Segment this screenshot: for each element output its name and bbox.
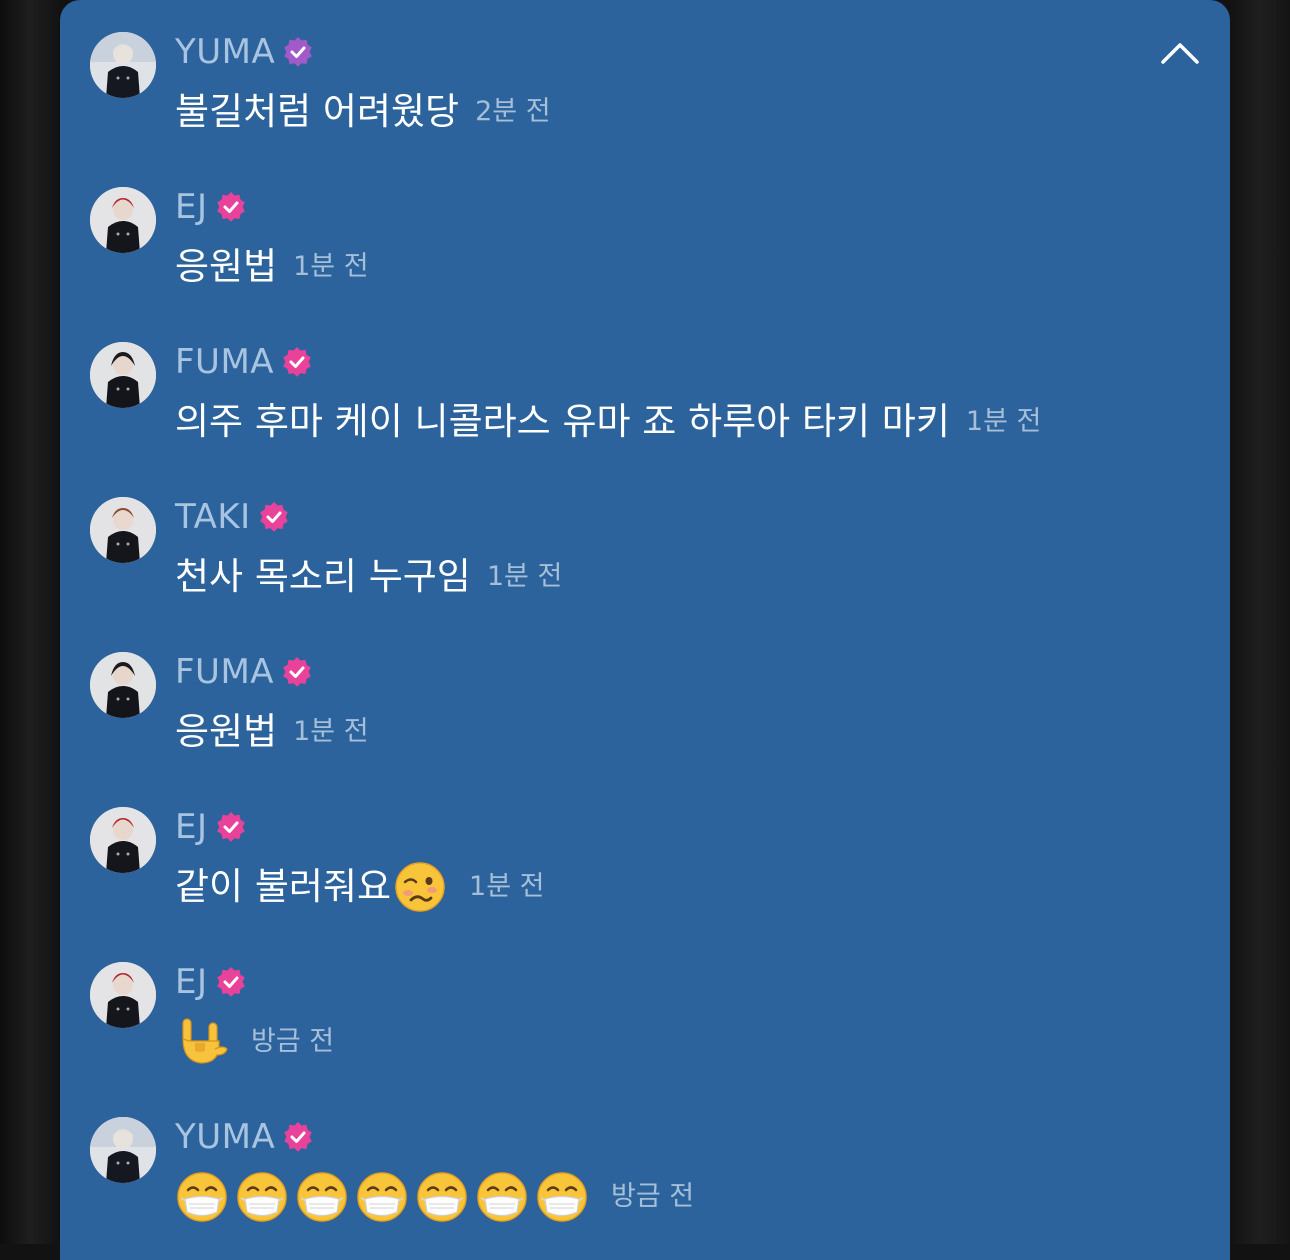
verified-badge-icon — [284, 1122, 313, 1152]
woozy-face-icon — [393, 860, 447, 914]
avatar[interactable] — [90, 1117, 156, 1183]
chat-message: FUMA 의주 후마 케이 니콜라스 유마 죠 하루아 타키 마키 1분 전 — [90, 342, 1190, 472]
verified-badge-icon — [216, 192, 245, 222]
timestamp: 1분 전 — [293, 251, 369, 282]
face-with-medical-mask-icon — [235, 1170, 289, 1224]
username[interactable]: FUMA — [175, 342, 274, 382]
face-with-medical-mask-icon — [175, 1170, 229, 1224]
message-text: 의주 후마 케이 니콜라스 유마 죠 하루아 타키 마키 — [175, 400, 950, 443]
love-you-gesture-icon — [175, 1015, 229, 1069]
face-with-medical-mask-icon — [475, 1170, 529, 1224]
avatar[interactable] — [90, 187, 156, 253]
chat-message: FUMA 응원법 1분 전 — [90, 652, 1190, 782]
chat-message: TAKI 천사 목소리 누구임 1분 전 — [90, 497, 1190, 627]
message-text: 응원법 — [175, 710, 278, 753]
avatar[interactable] — [90, 32, 156, 98]
timestamp: 방금 전 — [611, 1181, 695, 1212]
timestamp: 2분 전 — [475, 96, 551, 127]
message-text: 불길처럼 어려웠당 — [175, 90, 460, 133]
verified-badge-icon — [216, 812, 245, 842]
face-with-medical-mask-icon — [415, 1170, 469, 1224]
chat-message: EJ 같이 불러줘요 1분 전 — [90, 807, 1190, 937]
verified-badge-icon — [216, 967, 245, 997]
avatar[interactable] — [90, 807, 156, 873]
username[interactable]: EJ — [175, 187, 208, 227]
timestamp: 1분 전 — [486, 561, 563, 592]
verified-badge-icon — [284, 37, 313, 67]
avatar[interactable] — [90, 497, 156, 563]
message-text: 응원법 — [175, 245, 278, 288]
avatar[interactable] — [90, 342, 156, 408]
avatar[interactable] — [90, 962, 156, 1028]
avatar[interactable] — [90, 652, 156, 718]
timestamp: 방금 전 — [251, 1026, 335, 1057]
timestamp: 1분 전 — [469, 871, 545, 902]
face-with-medical-mask-icon — [535, 1170, 589, 1224]
username[interactable]: YUMA — [175, 1117, 275, 1157]
username[interactable]: EJ — [175, 807, 208, 847]
chat-message: YUMA 불길처럼 어려웠당 2분 전 — [90, 32, 1190, 162]
face-with-medical-mask-icon — [355, 1170, 409, 1224]
timestamp: 1분 전 — [965, 406, 1042, 437]
username[interactable]: TAKI — [175, 497, 251, 537]
verified-badge-icon — [283, 657, 311, 687]
message-text: 같이 불러줘요 — [175, 865, 392, 908]
chat-message: YUMA 방금 전 — [90, 1117, 1190, 1247]
verified-badge-icon — [283, 347, 311, 377]
verified-badge-icon — [259, 502, 288, 532]
username[interactable]: EJ — [175, 962, 208, 1002]
face-with-medical-mask-icon — [295, 1170, 349, 1224]
username[interactable]: FUMA — [175, 652, 274, 692]
chat-message: EJ 응원법 1분 전 — [90, 187, 1190, 317]
chat-panel: YUMA 불길처럼 어려웠당 2분 전 EJ 응원법 1분 전 FUMA 의주 … — [60, 0, 1230, 1260]
timestamp: 1분 전 — [293, 716, 369, 747]
chat-message: EJ 방금 전 — [90, 962, 1190, 1092]
message-text: 천사 목소리 누구임 — [175, 555, 471, 598]
username[interactable]: YUMA — [175, 32, 275, 72]
